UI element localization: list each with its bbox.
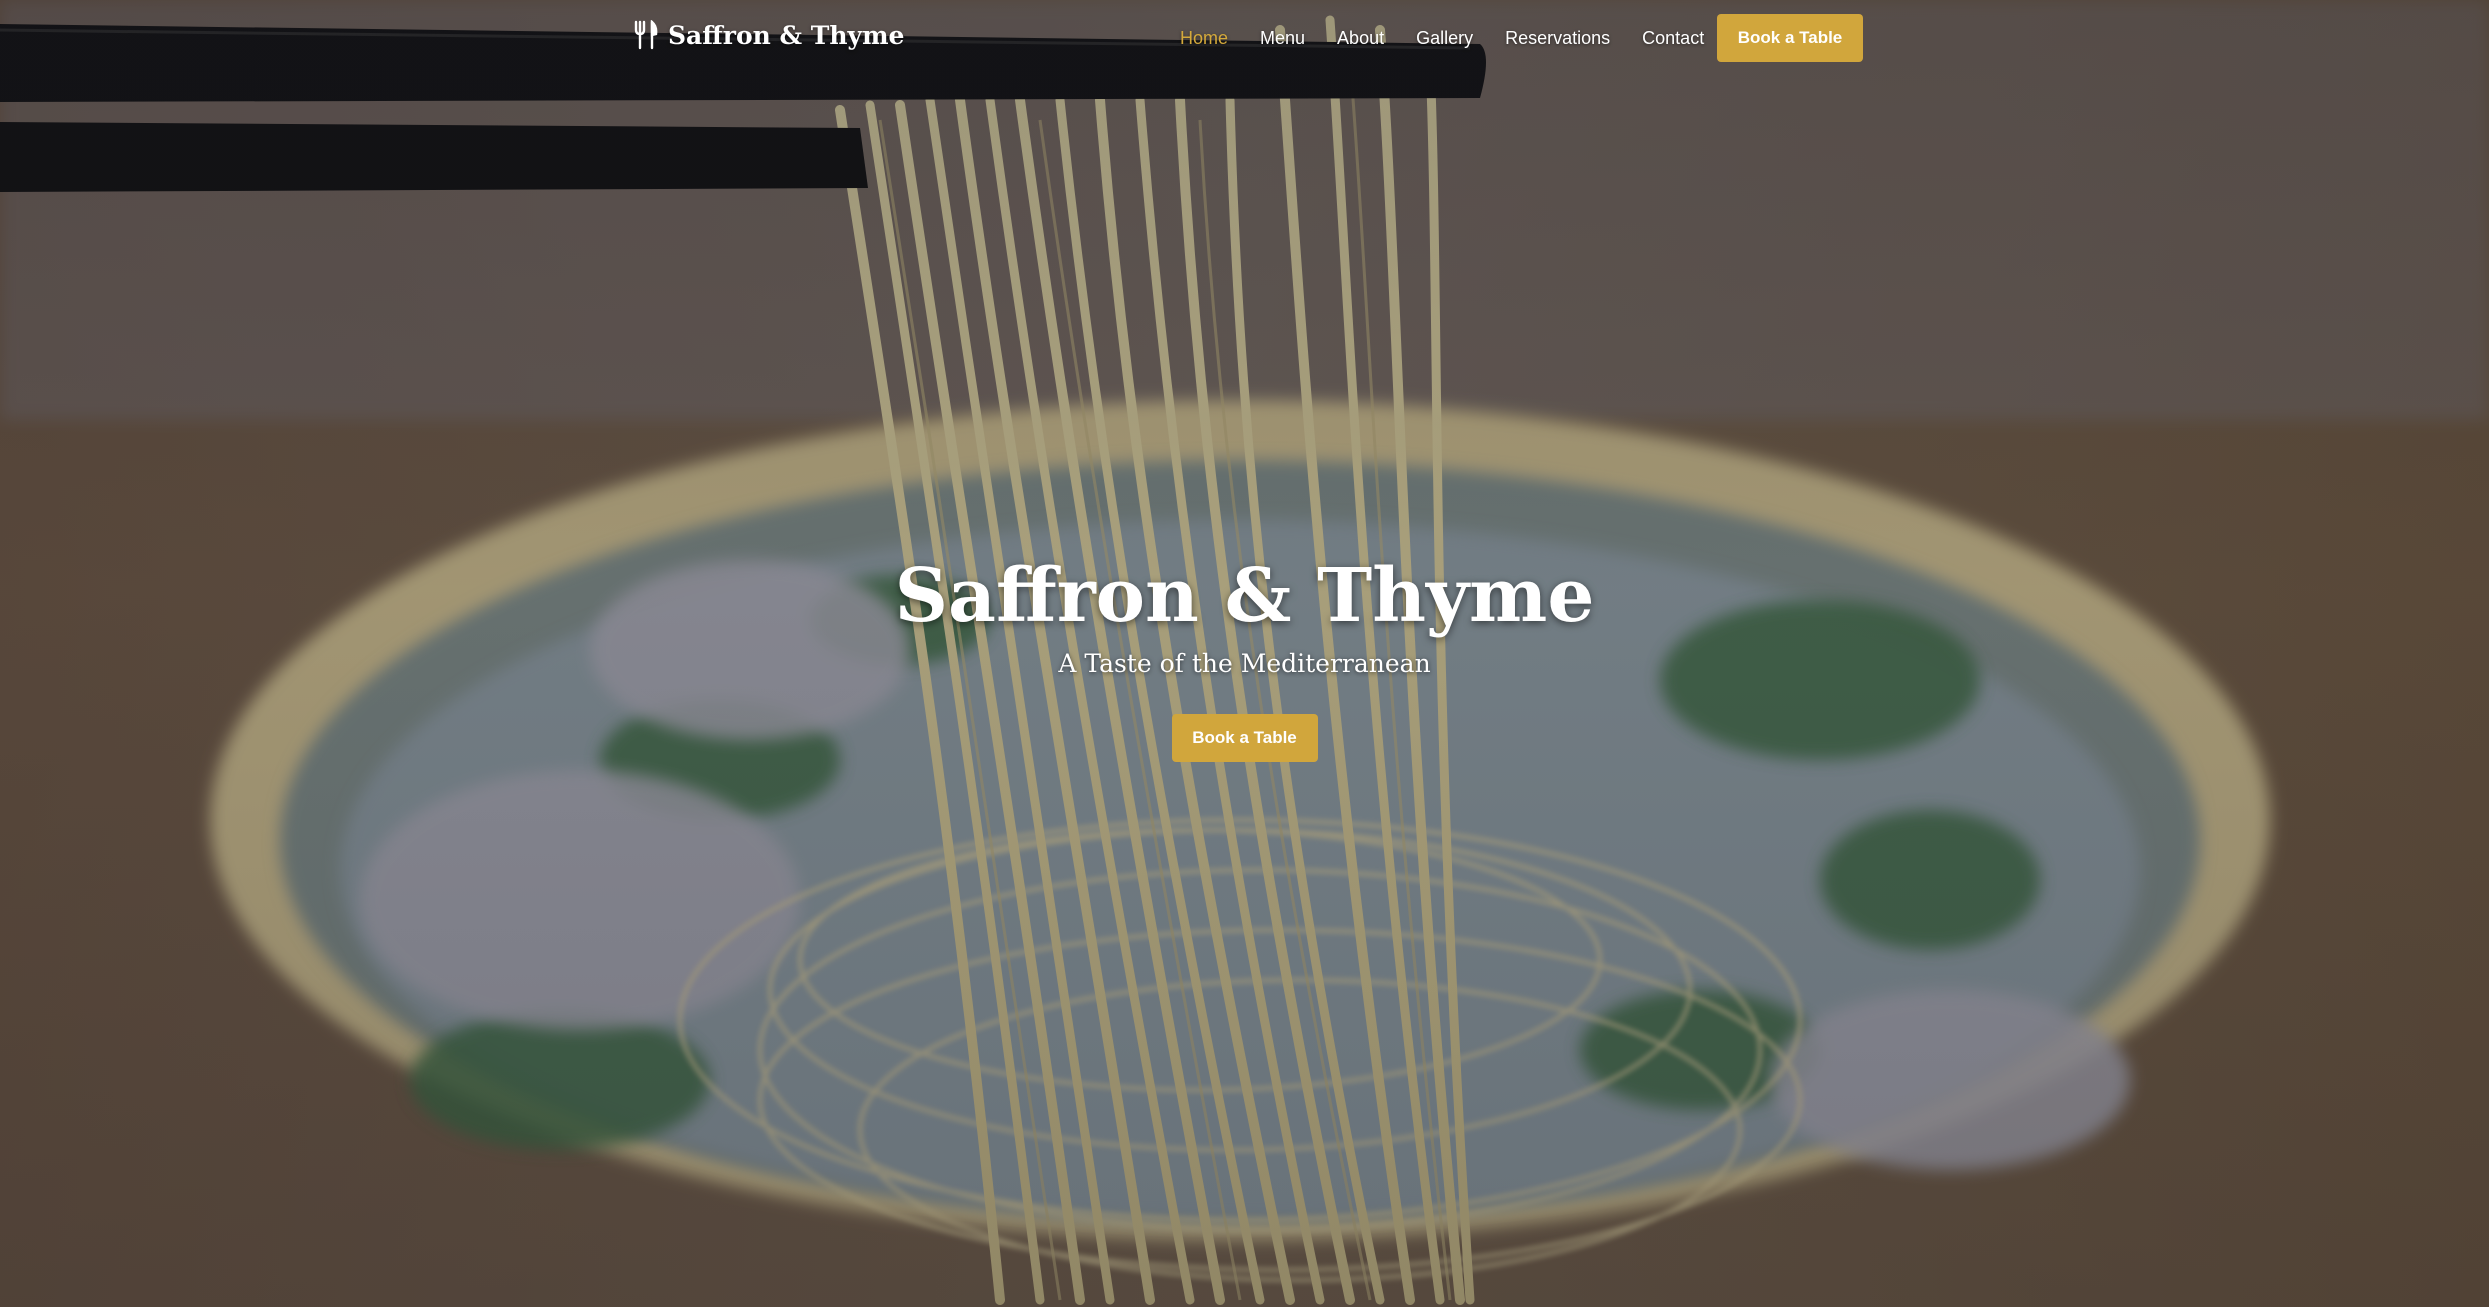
hero-book-table-button[interactable]: Book a Table xyxy=(1171,714,1318,762)
nav-link-contact[interactable]: Contact xyxy=(1642,28,1704,49)
nav-link-home[interactable]: Home xyxy=(1180,28,1228,49)
hero-title: Saffron & Thyme xyxy=(894,553,1595,639)
nav-link-gallery[interactable]: Gallery xyxy=(1416,28,1473,49)
brand-name: Saffron & Thyme xyxy=(668,20,905,50)
hero-subtitle: A Taste of the Mediterranean xyxy=(1058,649,1431,678)
nav-book-table-button[interactable]: Book a Table xyxy=(1717,14,1863,62)
nav-link-about[interactable]: About xyxy=(1337,28,1384,49)
nav-links: Home Menu About Gallery Reservations Con… xyxy=(1180,14,1704,62)
fork-knife-icon xyxy=(634,20,658,50)
nav-link-menu[interactable]: Menu xyxy=(1260,28,1305,49)
hero-content: Saffron & Thyme A Taste of the Mediterra… xyxy=(0,548,2489,762)
nav-link-reservations[interactable]: Reservations xyxy=(1505,28,1610,49)
top-navigation: Saffron & Thyme Home Menu About Gallery … xyxy=(0,0,2489,76)
brand-logo-link[interactable]: Saffron & Thyme xyxy=(632,20,904,50)
hero-section: Saffron & Thyme Home Menu About Gallery … xyxy=(0,0,2489,1307)
